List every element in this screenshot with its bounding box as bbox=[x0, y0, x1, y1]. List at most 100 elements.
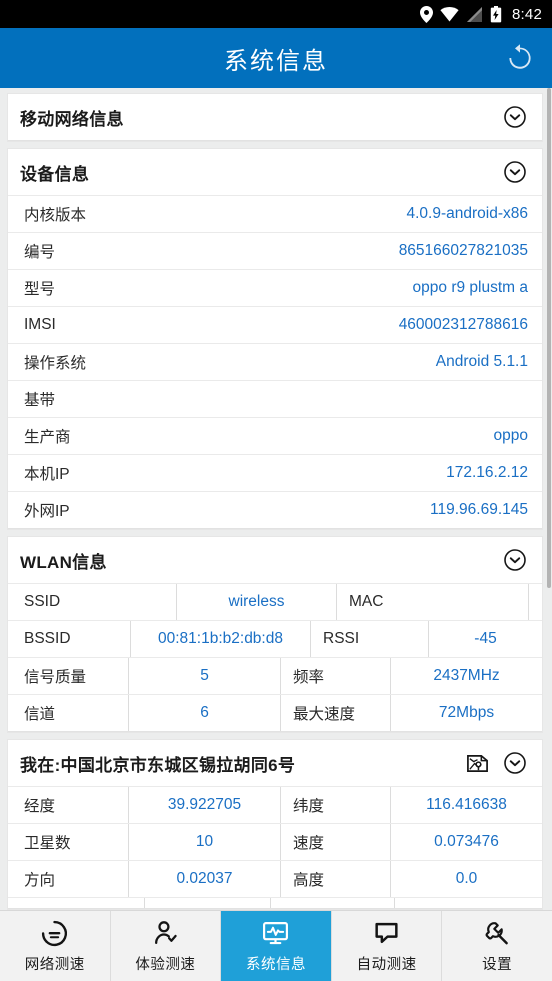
row-key: 型号 bbox=[24, 281, 56, 298]
row-key-1: 方向 bbox=[24, 872, 56, 889]
row-key: 外网IP bbox=[24, 503, 70, 520]
card-title: 我在:中国北京市东城区锡拉胡同6号 bbox=[20, 755, 296, 775]
row-key-1: 信道 bbox=[24, 706, 56, 723]
row-key-1: 信号质量 bbox=[24, 669, 87, 686]
row-value-2: 0.073476 bbox=[390, 824, 542, 860]
card-title: WLAN信息 bbox=[20, 552, 107, 572]
cell-signal-icon bbox=[466, 6, 483, 22]
table-row: 编号 865166027821035 bbox=[8, 232, 542, 269]
row-key-1: BSSID bbox=[24, 630, 71, 647]
card-device-info: 设备信息 内核版本 4.0.9-android-x86 编号 865166027… bbox=[8, 149, 542, 529]
card-header-wlan-info[interactable]: WLAN信息 bbox=[8, 537, 542, 583]
speech-bubble-icon bbox=[372, 919, 401, 949]
row-value-2: 2437MHz bbox=[390, 658, 542, 694]
scroll-content[interactable]: 移动网络信息 设备信息 内核版本 4.0.9-android-x86 编号 86… bbox=[0, 88, 552, 910]
map-icon[interactable] bbox=[464, 750, 490, 776]
bottom-nav: 网络测速 体验测速 系统信息 自动测速 设置 bbox=[0, 910, 552, 981]
card-header-actions bbox=[502, 159, 528, 185]
nav-item-experience-speed[interactable]: 体验测速 bbox=[110, 911, 222, 981]
row-key-2: 高度 bbox=[280, 861, 390, 897]
card-header-actions bbox=[464, 750, 528, 776]
speedometer-icon bbox=[40, 919, 69, 949]
table-row: BSSID 00:81:1b:b2:db:d8 RSSI -45 bbox=[8, 620, 542, 657]
card-title: 移动网络信息 bbox=[20, 109, 124, 129]
table-row: 经度 39.922705 纬度 116.416638 bbox=[8, 786, 542, 823]
row-key-1: 经度 bbox=[24, 798, 56, 815]
monitor-pulse-icon bbox=[261, 919, 290, 949]
card-header-location-info[interactable]: 我在:中国北京市东城区锡拉胡同6号 bbox=[8, 740, 542, 786]
table-row-clipped bbox=[8, 897, 542, 908]
row-value-2: 72Mbps bbox=[390, 695, 542, 731]
nav-item-network-speed[interactable]: 网络测速 bbox=[0, 911, 111, 981]
card-header-mobile-network[interactable]: 移动网络信息 bbox=[8, 94, 542, 140]
card-mobile-network: 移动网络信息 bbox=[8, 94, 542, 141]
row-value: oppo r9 plustm a bbox=[412, 279, 528, 296]
row-value-1: 00:81:1b:b2:db:d8 bbox=[130, 621, 310, 657]
chevron-down-circle-icon[interactable] bbox=[502, 547, 528, 573]
card-title: 设备信息 bbox=[20, 164, 90, 184]
table-row: 外网IP 119.96.69.145 bbox=[8, 491, 542, 528]
table-row: 卫星数 10 速度 0.073476 bbox=[8, 823, 542, 860]
page-title: 系统信息 bbox=[224, 47, 328, 75]
card-header-device-info[interactable]: 设备信息 bbox=[8, 149, 542, 195]
nav-item-label: 体验测速 bbox=[135, 956, 196, 973]
row-key: IMSI bbox=[24, 316, 56, 333]
table-row: 方向 0.02037 高度 0.0 bbox=[8, 860, 542, 897]
chevron-down-circle-icon[interactable] bbox=[502, 104, 528, 130]
table-row: SSID wireless MAC bbox=[8, 583, 542, 620]
nav-item-label: 设置 bbox=[482, 956, 513, 973]
row-value-1: 10 bbox=[128, 824, 280, 860]
row-value: 119.96.69.145 bbox=[430, 501, 528, 518]
row-key-2: RSSI bbox=[310, 621, 428, 657]
nav-item-auto-speed[interactable]: 自动测速 bbox=[331, 911, 443, 981]
row-key: 编号 bbox=[24, 244, 56, 261]
row-key-2: 速度 bbox=[280, 824, 390, 860]
row-value-2: -45 bbox=[428, 621, 542, 657]
card-wlan-info: WLAN信息 SSID wireless MAC BSSID 00:81:1b:… bbox=[8, 537, 542, 732]
table-row: 型号 oppo r9 plustm a bbox=[8, 269, 542, 306]
chevron-down-circle-icon[interactable] bbox=[502, 750, 528, 776]
row-value-2: 116.416638 bbox=[390, 787, 542, 823]
scrollbar-thumb[interactable] bbox=[547, 88, 551, 588]
row-key: 操作系统 bbox=[24, 355, 87, 372]
row-key-1: SSID bbox=[24, 593, 61, 610]
app-bar: 系统信息 bbox=[0, 28, 552, 88]
row-value-1: 0.02037 bbox=[128, 861, 280, 897]
row-value: Android 5.1.1 bbox=[435, 353, 528, 370]
row-value-2 bbox=[528, 584, 542, 620]
row-value-2: 0.0 bbox=[390, 861, 542, 897]
row-value: 172.16.2.12 bbox=[446, 464, 528, 481]
table-row: 内核版本 4.0.9-android-x86 bbox=[8, 195, 542, 232]
row-key: 内核版本 bbox=[24, 207, 87, 224]
nav-item-label: 网络测速 bbox=[24, 956, 85, 973]
row-value-1: 6 bbox=[128, 695, 280, 731]
row-value-1: wireless bbox=[176, 584, 336, 620]
row-key-1: 卫星数 bbox=[24, 835, 71, 852]
table-row: 操作系统 Android 5.1.1 bbox=[8, 343, 542, 380]
nav-item-settings[interactable]: 设置 bbox=[442, 911, 552, 981]
refresh-icon[interactable] bbox=[502, 40, 538, 76]
row-value: 4.0.9-android-x86 bbox=[406, 205, 529, 222]
table-row: 本机IP 172.16.2.12 bbox=[8, 454, 542, 491]
card-header-actions bbox=[502, 547, 528, 573]
card-location-info: 我在:中国北京市东城区锡拉胡同6号 经度 39.922705 纬度 116.41… bbox=[8, 740, 542, 909]
wrench-icon bbox=[483, 919, 512, 949]
person-check-icon bbox=[151, 919, 180, 949]
row-key: 本机IP bbox=[24, 466, 70, 483]
location-pin-icon bbox=[420, 5, 433, 23]
row-key-2: MAC bbox=[336, 584, 528, 620]
nav-item-label: 自动测速 bbox=[356, 956, 417, 973]
row-key: 基带 bbox=[24, 392, 56, 409]
row-value-1: 39.922705 bbox=[128, 787, 280, 823]
table-row: 信道 6 最大速度 72Mbps bbox=[8, 694, 542, 731]
row-value-1: 5 bbox=[128, 658, 280, 694]
table-row: 生产商 oppo bbox=[8, 417, 542, 454]
row-key-2: 最大速度 bbox=[280, 695, 390, 731]
row-value: 460002312788616 bbox=[398, 316, 528, 333]
nav-item-system-info[interactable]: 系统信息 bbox=[221, 911, 332, 981]
card-header-actions bbox=[502, 104, 528, 130]
row-key-2: 频率 bbox=[280, 658, 390, 694]
chevron-down-circle-icon[interactable] bbox=[502, 159, 528, 185]
table-row: IMSI 460002312788616 bbox=[8, 306, 542, 343]
status-bar: 8:42 bbox=[0, 0, 552, 28]
